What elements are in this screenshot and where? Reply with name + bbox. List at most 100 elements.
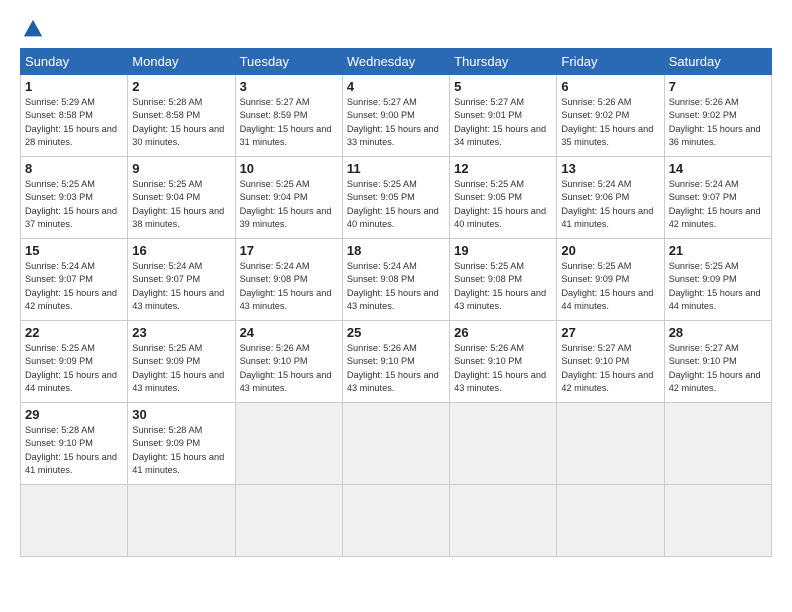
day-number: 7: [669, 79, 767, 94]
calendar-cell: 20 Sunrise: 5:25 AM Sunset: 9:09 PM Dayl…: [557, 239, 664, 321]
day-number: 28: [669, 325, 767, 340]
calendar-cell: 25 Sunrise: 5:26 AM Sunset: 9:10 PM Dayl…: [342, 321, 449, 403]
calendar-cell: 5 Sunrise: 5:27 AM Sunset: 9:01 PM Dayli…: [450, 75, 557, 157]
calendar-cell: [235, 485, 342, 557]
calendar-cell: 2 Sunrise: 5:28 AM Sunset: 8:58 PM Dayli…: [128, 75, 235, 157]
day-number: 9: [132, 161, 230, 176]
day-info: Sunrise: 5:24 AM Sunset: 9:08 PM Dayligh…: [347, 260, 445, 313]
weekday-header: Monday: [128, 49, 235, 75]
day-info: Sunrise: 5:27 AM Sunset: 8:59 PM Dayligh…: [240, 96, 338, 149]
day-number: 19: [454, 243, 552, 258]
day-info: Sunrise: 5:25 AM Sunset: 9:03 PM Dayligh…: [25, 178, 123, 231]
calendar-cell: 17 Sunrise: 5:24 AM Sunset: 9:08 PM Dayl…: [235, 239, 342, 321]
day-info: Sunrise: 5:27 AM Sunset: 9:01 PM Dayligh…: [454, 96, 552, 149]
day-number: 14: [669, 161, 767, 176]
calendar-cell: [342, 403, 449, 485]
calendar-cell: 7 Sunrise: 5:26 AM Sunset: 9:02 PM Dayli…: [664, 75, 771, 157]
day-info: Sunrise: 5:27 AM Sunset: 9:10 PM Dayligh…: [561, 342, 659, 395]
day-number: 26: [454, 325, 552, 340]
day-number: 24: [240, 325, 338, 340]
calendar-cell: [664, 485, 771, 557]
calendar-cell: 4 Sunrise: 5:27 AM Sunset: 9:00 PM Dayli…: [342, 75, 449, 157]
calendar-cell: 16 Sunrise: 5:24 AM Sunset: 9:07 PM Dayl…: [128, 239, 235, 321]
day-number: 2: [132, 79, 230, 94]
day-number: 18: [347, 243, 445, 258]
day-info: Sunrise: 5:27 AM Sunset: 9:00 PM Dayligh…: [347, 96, 445, 149]
calendar-cell: 26 Sunrise: 5:26 AM Sunset: 9:10 PM Dayl…: [450, 321, 557, 403]
calendar-cell: [342, 485, 449, 557]
day-info: Sunrise: 5:28 AM Sunset: 9:10 PM Dayligh…: [25, 424, 123, 477]
day-number: 13: [561, 161, 659, 176]
weekday-header: Sunday: [21, 49, 128, 75]
day-number: 5: [454, 79, 552, 94]
weekday-header: Friday: [557, 49, 664, 75]
day-info: Sunrise: 5:26 AM Sunset: 9:10 PM Dayligh…: [240, 342, 338, 395]
calendar-cell: [557, 403, 664, 485]
calendar-cell: 27 Sunrise: 5:27 AM Sunset: 9:10 PM Dayl…: [557, 321, 664, 403]
day-info: Sunrise: 5:25 AM Sunset: 9:05 PM Dayligh…: [347, 178, 445, 231]
weekday-header: Saturday: [664, 49, 771, 75]
day-info: Sunrise: 5:24 AM Sunset: 9:07 PM Dayligh…: [25, 260, 123, 313]
day-number: 25: [347, 325, 445, 340]
day-number: 11: [347, 161, 445, 176]
calendar-cell: [450, 485, 557, 557]
day-number: 21: [669, 243, 767, 258]
day-info: Sunrise: 5:26 AM Sunset: 9:02 PM Dayligh…: [561, 96, 659, 149]
calendar-cell: 8 Sunrise: 5:25 AM Sunset: 9:03 PM Dayli…: [21, 157, 128, 239]
calendar-cell: [557, 485, 664, 557]
day-info: Sunrise: 5:28 AM Sunset: 8:58 PM Dayligh…: [132, 96, 230, 149]
logo-icon: [22, 18, 44, 40]
day-info: Sunrise: 5:24 AM Sunset: 9:07 PM Dayligh…: [132, 260, 230, 313]
calendar-cell: 23 Sunrise: 5:25 AM Sunset: 9:09 PM Dayl…: [128, 321, 235, 403]
calendar-cell: 19 Sunrise: 5:25 AM Sunset: 9:08 PM Dayl…: [450, 239, 557, 321]
calendar-cell: 30 Sunrise: 5:28 AM Sunset: 9:09 PM Dayl…: [128, 403, 235, 485]
day-info: Sunrise: 5:24 AM Sunset: 9:08 PM Dayligh…: [240, 260, 338, 313]
day-number: 16: [132, 243, 230, 258]
calendar-cell: 18 Sunrise: 5:24 AM Sunset: 9:08 PM Dayl…: [342, 239, 449, 321]
day-info: Sunrise: 5:25 AM Sunset: 9:05 PM Dayligh…: [454, 178, 552, 231]
logo: [20, 18, 44, 40]
day-info: Sunrise: 5:24 AM Sunset: 9:06 PM Dayligh…: [561, 178, 659, 231]
day-info: Sunrise: 5:25 AM Sunset: 9:04 PM Dayligh…: [240, 178, 338, 231]
day-number: 22: [25, 325, 123, 340]
day-info: Sunrise: 5:25 AM Sunset: 9:09 PM Dayligh…: [561, 260, 659, 313]
day-info: Sunrise: 5:26 AM Sunset: 9:02 PM Dayligh…: [669, 96, 767, 149]
day-info: Sunrise: 5:29 AM Sunset: 8:58 PM Dayligh…: [25, 96, 123, 149]
day-info: Sunrise: 5:28 AM Sunset: 9:09 PM Dayligh…: [132, 424, 230, 477]
day-number: 3: [240, 79, 338, 94]
day-number: 4: [347, 79, 445, 94]
calendar-cell: 14 Sunrise: 5:24 AM Sunset: 9:07 PM Dayl…: [664, 157, 771, 239]
calendar-cell: 9 Sunrise: 5:25 AM Sunset: 9:04 PM Dayli…: [128, 157, 235, 239]
day-info: Sunrise: 5:25 AM Sunset: 9:09 PM Dayligh…: [132, 342, 230, 395]
day-info: Sunrise: 5:25 AM Sunset: 9:04 PM Dayligh…: [132, 178, 230, 231]
calendar-cell: 12 Sunrise: 5:25 AM Sunset: 9:05 PM Dayl…: [450, 157, 557, 239]
day-number: 1: [25, 79, 123, 94]
calendar-cell: [450, 403, 557, 485]
calendar-cell: [21, 485, 128, 557]
day-number: 17: [240, 243, 338, 258]
calendar-cell: 15 Sunrise: 5:24 AM Sunset: 9:07 PM Dayl…: [21, 239, 128, 321]
day-number: 15: [25, 243, 123, 258]
calendar-cell: 24 Sunrise: 5:26 AM Sunset: 9:10 PM Dayl…: [235, 321, 342, 403]
calendar-cell: 21 Sunrise: 5:25 AM Sunset: 9:09 PM Dayl…: [664, 239, 771, 321]
day-info: Sunrise: 5:25 AM Sunset: 9:09 PM Dayligh…: [25, 342, 123, 395]
calendar-cell: 11 Sunrise: 5:25 AM Sunset: 9:05 PM Dayl…: [342, 157, 449, 239]
calendar-cell: [235, 403, 342, 485]
day-number: 10: [240, 161, 338, 176]
weekday-header: Wednesday: [342, 49, 449, 75]
calendar-cell: 22 Sunrise: 5:25 AM Sunset: 9:09 PM Dayl…: [21, 321, 128, 403]
day-number: 6: [561, 79, 659, 94]
day-number: 12: [454, 161, 552, 176]
calendar-cell: 29 Sunrise: 5:28 AM Sunset: 9:10 PM Dayl…: [21, 403, 128, 485]
day-info: Sunrise: 5:26 AM Sunset: 9:10 PM Dayligh…: [347, 342, 445, 395]
calendar-cell: 10 Sunrise: 5:25 AM Sunset: 9:04 PM Dayl…: [235, 157, 342, 239]
day-number: 20: [561, 243, 659, 258]
day-number: 30: [132, 407, 230, 422]
day-number: 27: [561, 325, 659, 340]
day-number: 29: [25, 407, 123, 422]
calendar-cell: 1 Sunrise: 5:29 AM Sunset: 8:58 PM Dayli…: [21, 75, 128, 157]
weekday-header: Tuesday: [235, 49, 342, 75]
calendar-cell: 3 Sunrise: 5:27 AM Sunset: 8:59 PM Dayli…: [235, 75, 342, 157]
day-number: 23: [132, 325, 230, 340]
day-info: Sunrise: 5:27 AM Sunset: 9:10 PM Dayligh…: [669, 342, 767, 395]
